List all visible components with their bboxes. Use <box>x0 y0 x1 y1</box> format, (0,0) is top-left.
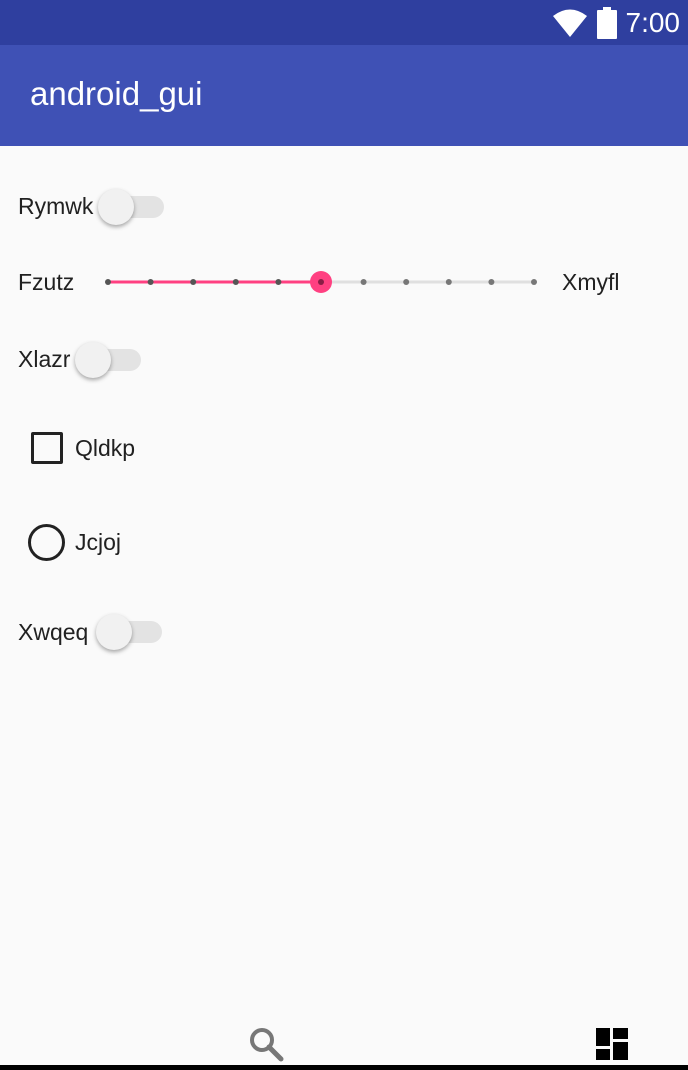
app-bar: android_gui <box>0 45 688 146</box>
checkbox-qldkp[interactable] <box>31 432 63 464</box>
seekbar-tick <box>190 279 197 285</box>
radio-jcjoj-label[interactable]: Jcjoj <box>75 529 121 556</box>
seekbar-graphic <box>105 271 537 293</box>
seekbar-tick <box>147 279 154 285</box>
search-icon[interactable] <box>248 1026 284 1062</box>
nav-divider <box>0 1065 688 1070</box>
radio-jcjoj[interactable] <box>28 524 65 561</box>
dashboard-icon[interactable] <box>596 1028 628 1060</box>
switch-rymwk-label: Rymwk <box>18 193 94 219</box>
switch-xwqeq[interactable] <box>96 612 166 652</box>
slider-end-label: Xmyfl <box>562 269 620 295</box>
seekbar-tick <box>488 279 495 285</box>
seekbar-tick <box>531 279 537 285</box>
seekbar-tick <box>445 279 452 285</box>
switch-thumb[interactable] <box>75 342 111 378</box>
status-time: 7:00 <box>625 7 681 38</box>
switch-thumb[interactable] <box>96 614 132 650</box>
switch-rymwk[interactable] <box>98 187 168 227</box>
seekbar-tick <box>360 279 367 285</box>
status-bar: 7:00 <box>0 0 688 45</box>
bottom-bar <box>0 1010 688 1070</box>
switch-xlazr-label: Xlazr <box>18 346 71 372</box>
switch-xwqeq-label: Xwqeq <box>18 619 89 645</box>
status-icons: 7:00 <box>552 5 681 41</box>
checkbox-qldkp-label[interactable]: Qldkp <box>75 435 135 462</box>
app-title: android_gui <box>30 75 203 112</box>
seekbar-tick <box>105 279 111 285</box>
seekbar[interactable] <box>96 264 546 300</box>
switch-thumb[interactable] <box>98 189 134 225</box>
wifi-icon <box>552 9 587 37</box>
seekbar-tick <box>275 279 282 285</box>
seekbar-tick <box>403 279 410 285</box>
seekbar-tick <box>232 279 239 285</box>
seekbar-thumb-center <box>318 279 324 285</box>
switch-xlazr[interactable] <box>75 340 145 380</box>
slider-start-label: Fzutz <box>18 269 75 295</box>
battery-icon <box>596 7 617 39</box>
